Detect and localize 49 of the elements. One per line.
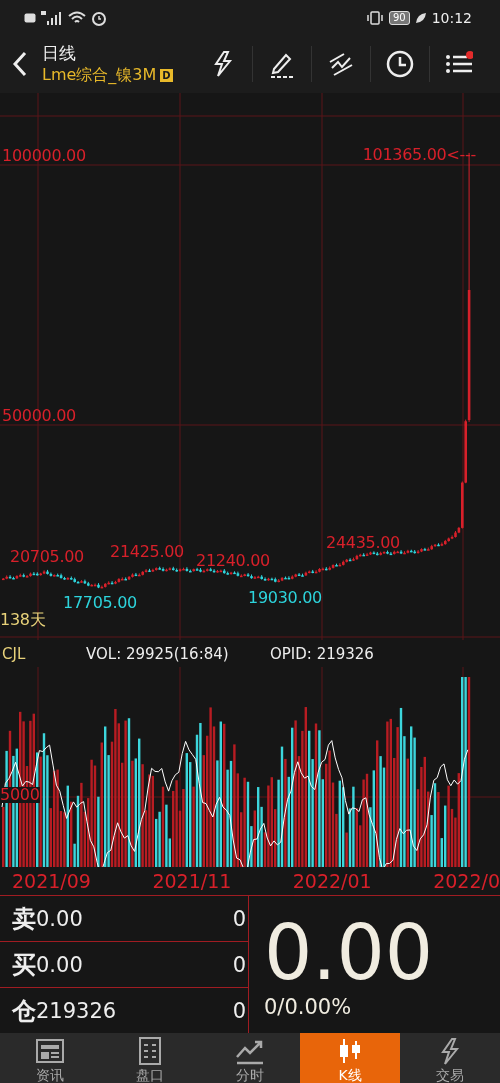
quote-quantity: 0 bbox=[232, 998, 246, 1023]
bottom-tab[interactable]: 分时 bbox=[200, 1033, 300, 1083]
volume-axis-label: 5000 bbox=[0, 787, 40, 803]
quote-label: 买 bbox=[12, 949, 36, 981]
back-icon[interactable] bbox=[12, 51, 28, 77]
price-axis-label: 100000.00 bbox=[2, 148, 86, 164]
quote-quantity: 0 bbox=[232, 906, 246, 931]
quote-price: 0.00 bbox=[36, 906, 84, 931]
high-price-marker: 101365.00<--- bbox=[362, 147, 476, 163]
last-price: 0.00 bbox=[264, 910, 435, 995]
vibrate-icon bbox=[365, 10, 384, 25]
quote-label: 卖 bbox=[12, 903, 36, 935]
period-label: 138天 bbox=[0, 612, 46, 628]
price-annotation: 20705.00 bbox=[10, 549, 84, 565]
date-label: 2022/0 bbox=[433, 870, 500, 892]
date-label: 2021/11 bbox=[152, 870, 232, 892]
wifi-icon bbox=[68, 10, 86, 25]
bottom-tab[interactable]: 资讯 bbox=[0, 1033, 100, 1083]
price-annotation: 21425.00 bbox=[110, 544, 184, 560]
price-change: 0/0.00% bbox=[264, 994, 353, 1019]
price-axis-label: 50000.00 bbox=[2, 408, 76, 424]
signal-icon bbox=[41, 10, 63, 25]
clock-icon[interactable] bbox=[386, 50, 414, 78]
alarm-icon bbox=[91, 9, 107, 26]
date-label: 2022/01 bbox=[292, 870, 372, 892]
battery-indicator: 90 bbox=[388, 10, 410, 25]
daily-badge: D bbox=[160, 69, 173, 82]
hd-icon bbox=[24, 12, 36, 23]
symbol-name: Lme综合_镍3M bbox=[42, 65, 157, 86]
price-annotation: 17705.00 bbox=[63, 595, 137, 611]
date-label: 2021/09 bbox=[12, 870, 91, 892]
quote-label: 仓 bbox=[12, 995, 36, 1027]
price-annotation: 24435.00 bbox=[326, 535, 400, 551]
bottom-tab[interactable]: 盘口 bbox=[100, 1033, 200, 1083]
news-icon bbox=[35, 1037, 65, 1065]
line-chart-icon[interactable] bbox=[327, 50, 355, 78]
price-annotation: 19030.00 bbox=[248, 590, 322, 606]
clock-time: 10:12 bbox=[431, 9, 472, 26]
volume-reading: VOL: 29925(16:84) bbox=[86, 644, 230, 663]
open-interest-reading: OPID: 219326 bbox=[270, 644, 374, 663]
leaf-icon bbox=[414, 11, 427, 24]
bottom-tab[interactable]: K线 bbox=[300, 1033, 400, 1083]
quote-quantity: 0 bbox=[232, 952, 246, 977]
quote-price: 0.00 bbox=[36, 952, 84, 977]
bottom-tab[interactable]: 交易 bbox=[400, 1033, 500, 1083]
price-annotation: 21240.00 bbox=[196, 553, 270, 569]
quote-price: 219326 bbox=[36, 998, 118, 1023]
indicator-name: CJL bbox=[1, 644, 27, 663]
page-title: 日线 bbox=[42, 42, 77, 65]
